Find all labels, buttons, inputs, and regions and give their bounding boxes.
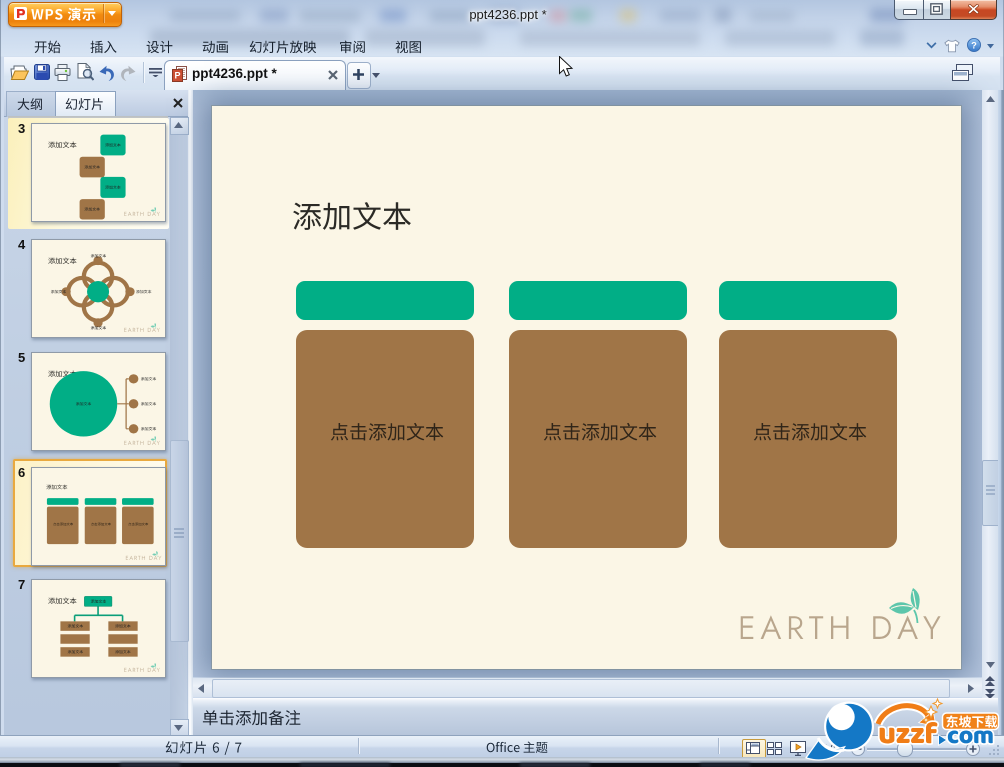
svg-text:P: P (174, 71, 180, 81)
svg-text:?: ? (971, 41, 977, 51)
